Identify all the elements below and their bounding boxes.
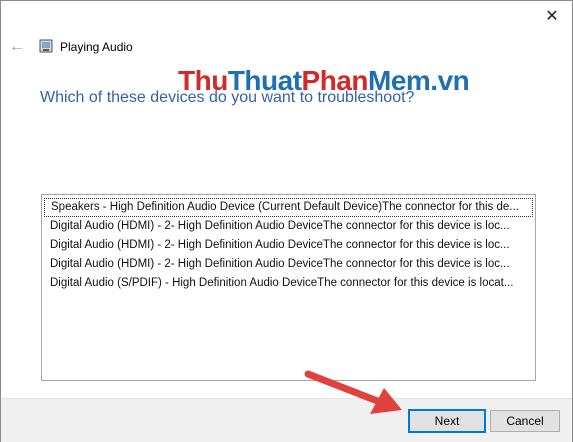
list-item[interactable]: Digital Audio (HDMI) - 2- High Definitio…	[44, 217, 533, 236]
list-item[interactable]: Speakers - High Definition Audio Device …	[44, 198, 533, 217]
red-arrow-annotation	[304, 370, 402, 414]
list-item[interactable]: Digital Audio (HDMI) - 2- High Definitio…	[44, 236, 533, 255]
next-button[interactable]: Next	[408, 409, 486, 433]
page-heading: Which of these devices do you want to tr…	[40, 89, 415, 106]
troubleshooter-icon	[39, 39, 53, 53]
close-icon[interactable]: ✕	[540, 5, 564, 27]
list-item[interactable]: Digital Audio (HDMI) - 2- High Definitio…	[44, 255, 533, 274]
cancel-button[interactable]: Cancel	[490, 410, 560, 432]
window-title: Playing Audio	[60, 40, 133, 54]
troubleshooter-window: ✕ ← Playing Audio ThuThuatPhanMem.vn Whi…	[0, 0, 573, 442]
button-bar	[1, 398, 572, 442]
device-listbox[interactable]: Speakers - High Definition Audio Device …	[41, 194, 536, 381]
list-item[interactable]: Digital Audio (S/PDIF) - High Definition…	[44, 274, 533, 293]
back-arrow-icon[interactable]: ←	[9, 38, 27, 56]
